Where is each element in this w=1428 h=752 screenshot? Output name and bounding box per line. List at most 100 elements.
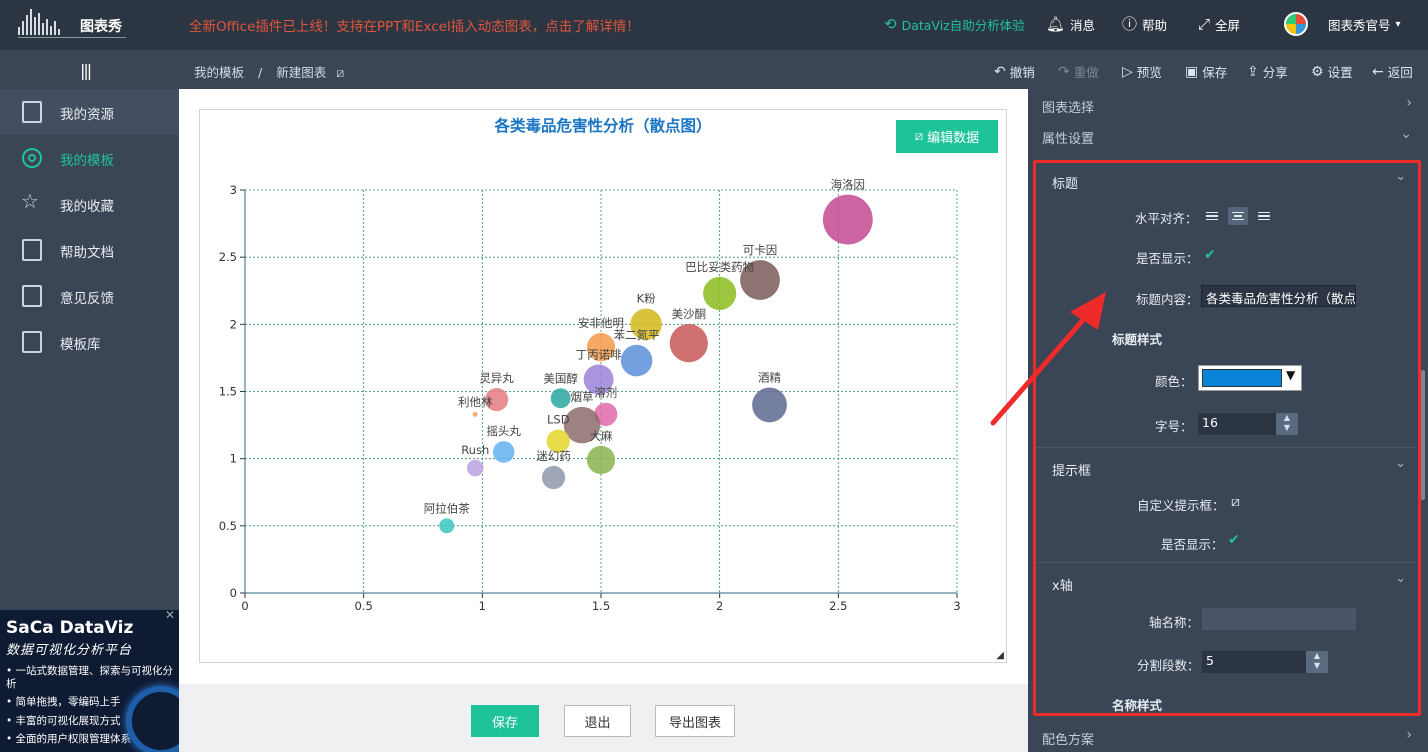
chart-select-header[interactable]: 图表选择 ›	[1028, 89, 1428, 120]
undo-button[interactable]: ↶ 撤销	[994, 62, 1035, 81]
promo-banner[interactable]: ✕ SaCa DataViz 数据可视化分析平台 • 一站式数据管理、探索与可视…	[0, 610, 179, 752]
scatter-point	[586, 445, 616, 475]
exit-button[interactable]: 退出	[564, 705, 631, 737]
point-label: 酒精	[758, 371, 781, 385]
point-label: K粉	[637, 292, 657, 306]
property-panel: 图表选择 › 属性设置 ⌄ 标题 ⌄ 水平对齐： 是否显示： ✔ 标题内容： 各类毒…	[1028, 89, 1428, 752]
sidebar-item-favorites[interactable]: ☆ 我的收藏	[0, 181, 179, 227]
share-icon: ⇪	[1247, 63, 1259, 80]
x-tick-label: 2.5	[829, 599, 847, 613]
edit-data-button[interactable]: ⧄ 编辑数据	[896, 120, 998, 153]
logo-bars-icon	[18, 9, 76, 35]
point-label: 巴比妥类药物	[685, 260, 754, 274]
breadcrumb: 我的模板 / 新建图表 ⧄	[194, 62, 354, 81]
help-button[interactable]: ⓘ 帮助	[1122, 15, 1167, 34]
point-label: 利他林	[458, 395, 493, 409]
point-label: 安非他明	[578, 316, 624, 330]
account-menu[interactable]: 图表秀官号 ▾	[1328, 15, 1401, 34]
settings-label: 设置	[1327, 65, 1353, 80]
fullscreen-icon: ⤢	[1198, 15, 1211, 33]
export-chart-button[interactable]: 导出图表	[655, 705, 735, 737]
fullscreen-button[interactable]: ⤢ 全屏	[1198, 15, 1240, 34]
property-settings-header[interactable]: 属性设置 ⌄	[1028, 120, 1428, 151]
undo-label: 撤销	[1009, 65, 1035, 80]
chevron-right-icon: ›	[1406, 727, 1412, 743]
point-label: 可卡因	[743, 243, 778, 257]
breadcrumb-separator: /	[258, 65, 263, 80]
announcement-link[interactable]: 全新Office插件已上线！支持在PPT和Excel插入动态图表，点击了解详情！	[189, 15, 640, 35]
logo[interactable]: 图表秀	[18, 7, 133, 43]
x-tick-label: 1.5	[592, 599, 610, 613]
account-label: 图表秀官号	[1328, 18, 1391, 33]
dataviz-icon: ⟲	[884, 15, 897, 33]
resize-handle-icon[interactable]: ◢	[996, 650, 1004, 661]
back-button[interactable]: ← 返回	[1372, 62, 1413, 81]
sidebar-item-label: 意见反馈	[60, 291, 114, 307]
share-label: 分享	[1262, 65, 1288, 80]
x-tick-label: 1	[479, 599, 486, 613]
promo-title: SaCa DataViz	[6, 618, 134, 638]
share-button[interactable]: ⇪ 分享	[1247, 62, 1288, 81]
scatter-point	[439, 518, 455, 534]
save-top-label: 保存	[1202, 65, 1228, 80]
dataviz-label: DataViz自助分析体验	[901, 18, 1025, 33]
chevron-down-icon: ⌄	[1400, 126, 1412, 142]
message-button[interactable]: 🔔︎ 消息	[1046, 15, 1095, 34]
panel-scrollbar[interactable]	[1421, 370, 1425, 500]
sidebar-item-template-library[interactable]: 模板库	[0, 319, 179, 365]
help-label: 帮助	[1142, 18, 1168, 33]
save-button[interactable]: 保存	[471, 705, 539, 737]
chart-title[interactable]: 各类毒品危害性分析（散点图）	[200, 114, 1006, 136]
property-settings-label: 属性设置	[1042, 132, 1095, 147]
bottom-bar: 保存 退出 导出图表	[179, 684, 1028, 752]
avatar[interactable]	[1284, 12, 1308, 36]
sub-toolbar: ||| 我的模板 / 新建图表 ⧄ ↶ 撤销 ↷ 重做 ▷ 预览 ▣ 保存 ⇪ 分享 ⚙ 设置…	[0, 50, 1428, 89]
y-tick-label: 1.5	[219, 385, 237, 399]
y-tick-label: 3	[230, 183, 237, 197]
point-label: 摇头丸	[486, 424, 521, 438]
chevron-right-icon: ›	[1406, 95, 1412, 111]
logo-text: 图表秀	[80, 19, 122, 35]
edit-name-icon[interactable]: ⧄	[336, 65, 344, 80]
sidebar-item-resources[interactable]: 我的资源	[0, 89, 179, 135]
point-label: 溶剂	[594, 386, 617, 400]
color-scheme-label: 配色方案	[1042, 733, 1095, 748]
scatter-point	[541, 465, 566, 490]
preview-button[interactable]: ▷ 预览	[1122, 62, 1162, 81]
sidebar-item-feedback[interactable]: 意见反馈	[0, 273, 179, 319]
breadcrumb-root[interactable]: 我的模板	[194, 65, 244, 80]
point-label: 阿拉伯茶	[424, 501, 470, 515]
help-doc-icon	[22, 239, 42, 261]
settings-button[interactable]: ⚙ 设置	[1311, 62, 1353, 81]
close-icon[interactable]: ✕	[165, 610, 175, 622]
y-tick-label: 0.5	[219, 519, 237, 533]
dataviz-link[interactable]: ⟲ DataViz自助分析体验	[884, 15, 1025, 34]
scatter-point	[550, 388, 571, 409]
caret-down-icon: ▾	[1395, 19, 1401, 30]
scatter-point	[472, 411, 478, 417]
y-tick-label: 1	[230, 452, 237, 466]
breadcrumb-current: 新建图表	[276, 65, 327, 80]
sidebar-item-templates[interactable]: 我的模板	[0, 135, 179, 181]
scatter-point	[492, 441, 515, 463]
y-tick-label: 2.5	[219, 250, 237, 264]
highlight-box	[1033, 160, 1421, 716]
point-label: 大麻	[590, 429, 613, 443]
sidebar-item-help-docs[interactable]: 帮助文档	[0, 227, 179, 273]
y-tick-label: 2	[230, 317, 237, 331]
color-scheme-header[interactable]: 配色方案 ›	[1028, 721, 1428, 752]
chart-container[interactable]: 0 0 0.5 0.5 1 1 1.5 1.5 2 2 2.5 2.5 3 3 海洛因 可卡因 巴比妥类药物 K粉…	[199, 109, 1007, 663]
redo-button[interactable]: ↷ 重做	[1058, 62, 1099, 81]
back-arrow-icon: ←	[1372, 63, 1384, 80]
sidebar-item-label: 帮助文档	[60, 245, 114, 261]
menu-toggle-icon[interactable]: |||	[80, 61, 92, 80]
save-icon: ▣	[1185, 63, 1199, 80]
chart-select-label: 图表选择	[1042, 101, 1095, 116]
message-label: 消息	[1070, 18, 1096, 33]
save-top-button[interactable]: ▣ 保存	[1185, 62, 1227, 81]
sidebar-item-label: 我的收藏	[60, 199, 114, 215]
scatter-plot: 00 0.5 0.5 1 1 1.5 1.5 2 2 2.5 2.5 3 3 海洛因可卡因巴比妥类药物 K粉…	[219, 178, 961, 613]
undo-icon: ↶	[994, 63, 1006, 80]
sidebar-item-label: 模板库	[60, 337, 101, 353]
edit-data-label: 编辑数据	[927, 131, 980, 146]
